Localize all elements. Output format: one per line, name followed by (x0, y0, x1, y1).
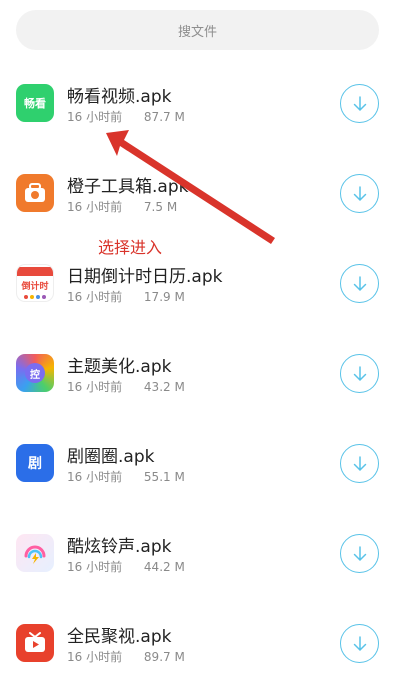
juquanquan-app-icon: 剧 (16, 444, 54, 482)
chengzi-toolbox-app-icon (16, 174, 54, 212)
file-list: 畅看 畅看视频.apk 16 小时前 87.7 M 橙子工具箱.apk 16 小… (0, 56, 402, 686)
file-name: 剧圈圈.apk (67, 447, 155, 467)
file-size: 44.2 M (143, 560, 185, 574)
file-time: 16 小时前 (67, 200, 123, 214)
color-dots (24, 295, 46, 299)
download-button[interactable] (340, 624, 379, 663)
ringtone-icon (24, 545, 46, 564)
quanmin-jushi-app-icon (16, 624, 54, 662)
file-time: 16 小时前 (67, 470, 123, 484)
file-name: 酷炫铃声.apk (67, 537, 172, 557)
theme-badge: 控 (25, 363, 45, 383)
toolbox-icon (25, 183, 45, 202)
calendar-header (17, 267, 53, 276)
file-name: 全民聚视.apk (67, 627, 172, 647)
file-meta: 16 小时前 87.7 M (67, 108, 185, 125)
file-time: 16 小时前 (67, 380, 123, 394)
file-size: 89.7 M (143, 650, 185, 664)
file-meta: 16 小时前 17.9 M (67, 288, 185, 305)
cool-ringtone-app-icon (16, 534, 54, 572)
download-button[interactable] (340, 264, 379, 303)
tv-icon (25, 632, 45, 652)
download-arrow-icon (353, 455, 366, 471)
search-bar[interactable]: 搜文件 (16, 10, 379, 50)
download-button[interactable] (340, 444, 379, 483)
download-arrow-icon (353, 545, 366, 561)
file-name: 橙子工具箱.apk (67, 177, 189, 197)
download-button[interactable] (340, 354, 379, 393)
file-row[interactable]: 酷炫铃声.apk 16 小时前 44.2 M (0, 506, 402, 596)
download-arrow-icon (353, 185, 366, 201)
download-button[interactable] (340, 174, 379, 213)
file-row[interactable]: 剧 剧圈圈.apk 16 小时前 55.1 M (0, 416, 402, 506)
file-size: 7.5 M (143, 200, 178, 214)
annotation-text: 选择进入 (98, 238, 163, 257)
file-size: 87.7 M (143, 110, 185, 124)
download-arrow-icon (353, 95, 366, 111)
file-time: 16 小时前 (67, 650, 123, 664)
file-size: 17.9 M (143, 290, 185, 304)
file-name: 主题美化.apk (67, 357, 172, 377)
file-meta: 16 小时前 44.2 M (67, 558, 185, 575)
icon-label: 畅看 (24, 97, 46, 110)
file-row[interactable]: 橙子工具箱.apk 16 小时前 7.5 M (0, 146, 402, 236)
file-meta: 16 小时前 55.1 M (67, 468, 185, 485)
icon-label: 剧 (28, 456, 42, 472)
file-time: 16 小时前 (67, 290, 123, 304)
download-arrow-icon (353, 275, 366, 291)
countdown-calendar-app-icon: 倒计时 (16, 264, 54, 302)
search-placeholder: 搜文件 (177, 24, 217, 40)
file-size: 43.2 M (143, 380, 185, 394)
file-name: 畅看视频.apk (67, 87, 172, 107)
file-row[interactable]: 畅看 畅看视频.apk 16 小时前 87.7 M (0, 56, 402, 146)
changkan-app-icon: 畅看 (16, 84, 54, 122)
file-name: 日期倒计时日历.apk (67, 267, 223, 287)
file-size: 55.1 M (143, 470, 185, 484)
download-arrow-icon (353, 635, 366, 651)
file-meta: 16 小时前 43.2 M (67, 378, 185, 395)
file-row[interactable]: 倒计时 日期倒计时日历.apk 16 小时前 17.9 M (0, 236, 402, 326)
icon-label: 控 (30, 369, 40, 381)
file-time: 16 小时前 (67, 560, 123, 574)
file-row[interactable]: 全民聚视.apk 16 小时前 89.7 M (0, 596, 402, 686)
download-button[interactable] (340, 534, 379, 573)
file-meta: 16 小时前 7.5 M (67, 198, 177, 215)
file-time: 16 小时前 (67, 110, 123, 124)
download-button[interactable] (340, 84, 379, 123)
file-meta: 16 小时前 89.7 M (67, 648, 185, 665)
icon-label: 倒计时 (21, 282, 49, 292)
download-arrow-icon (353, 365, 366, 381)
theme-beautify-app-icon: 控 (16, 354, 54, 392)
file-row[interactable]: 控 主题美化.apk 16 小时前 43.2 M (0, 326, 402, 416)
